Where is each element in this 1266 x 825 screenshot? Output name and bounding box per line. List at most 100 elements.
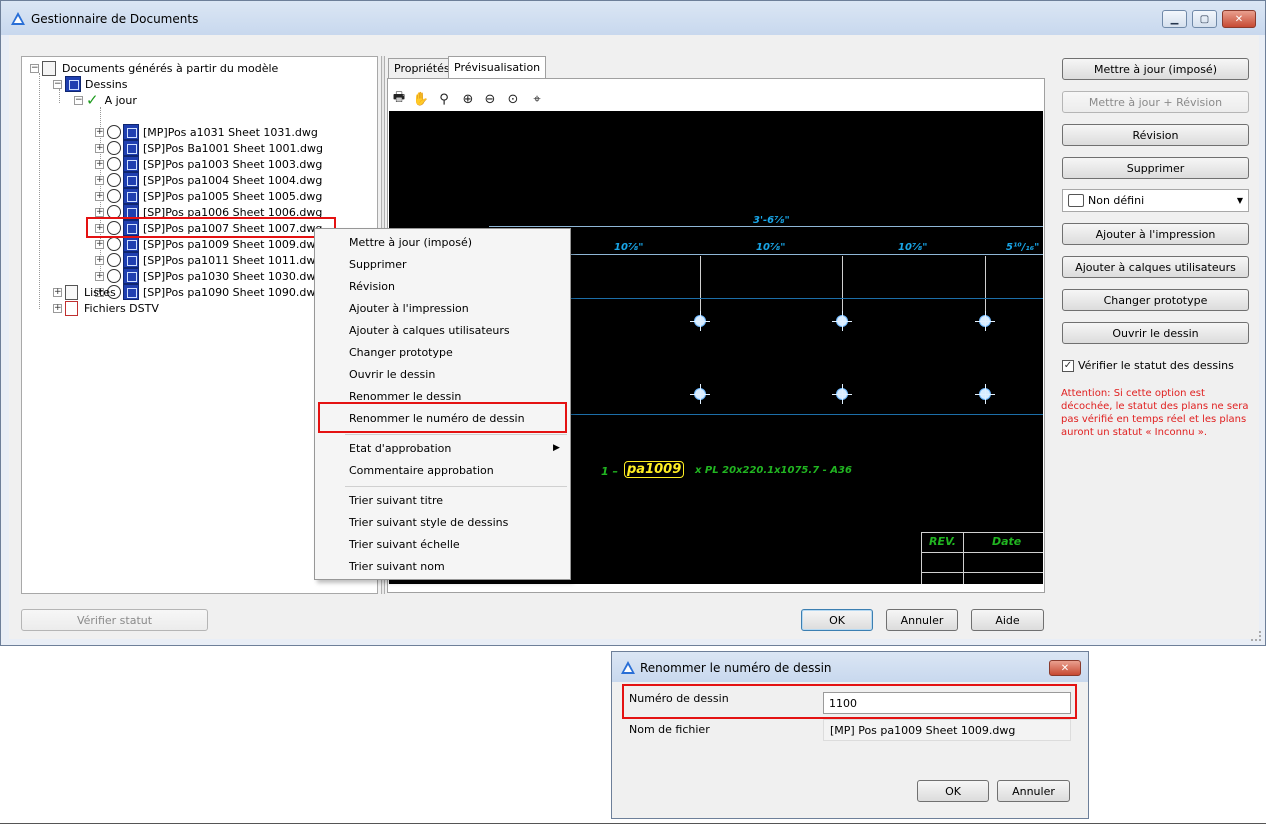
verify-status-button[interactable]: Vérifier statut: [21, 609, 208, 631]
menu-item-sort-title[interactable]: Trier suivant titre: [349, 494, 443, 507]
tree-file-item[interactable]: + [SP]Pos pa1030 Sheet 1030.dwg: [95, 268, 322, 284]
expand-icon[interactable]: +: [95, 255, 104, 265]
menu-separator: [345, 434, 567, 435]
tree-file-item[interactable]: + [SP]Pos pa1004 Sheet 1004.dwg: [95, 172, 322, 188]
tree-file-item[interactable]: + [SP]Pos Ba1001 Sheet 1001.dwg: [95, 140, 323, 156]
tab-properties[interactable]: Propriétés: [388, 58, 456, 78]
documents-icon: [42, 60, 56, 76]
menu-item-update-forced[interactable]: Mettre à jour (imposé): [349, 236, 472, 249]
zoom-window-icon[interactable]: ⊙: [504, 90, 522, 108]
drawings-icon: [65, 76, 81, 92]
zoom-realtime-icon[interactable]: ⚲: [435, 90, 453, 108]
highlight-number-field: [622, 684, 1077, 719]
tree-file-item[interactable]: + [SP]Pos pa1005 Sheet 1005.dwg: [95, 188, 322, 204]
drawing-sheet-icon: [123, 268, 139, 284]
tree-root[interactable]: − Documents générés à partir du modèle: [30, 60, 278, 76]
dialog-ok-button[interactable]: OK: [917, 780, 989, 802]
expand-icon[interactable]: +: [95, 175, 104, 185]
highlight-menu-item: [318, 402, 567, 433]
tree-item-fichiers-dstv[interactable]: + Fichiers DSTV: [53, 300, 159, 316]
part-mark: pa1009: [624, 461, 685, 478]
zoom-in-icon[interactable]: ⊕: [459, 90, 477, 108]
status-circle-icon: [107, 157, 121, 171]
zoom-extents-icon[interactable]: ⌖: [528, 90, 546, 108]
menu-item-approval-state[interactable]: Etat d'approbation: [349, 442, 451, 455]
add-user-layers-button[interactable]: Ajouter à calques utilisateurs: [1062, 256, 1249, 278]
update-revision-button[interactable]: Mettre à jour + Révision: [1062, 91, 1249, 113]
print-icon[interactable]: 🖶: [390, 90, 408, 108]
status-combo[interactable]: Non défini ▼: [1062, 189, 1249, 212]
color-swatch: [1068, 194, 1084, 207]
delete-button[interactable]: Supprimer: [1062, 157, 1249, 179]
tree-item-label: Dessins: [85, 77, 128, 91]
menu-item-change-prototype[interactable]: Changer prototype: [349, 346, 453, 359]
menu-item-add-layers[interactable]: Ajouter à calques utilisateurs: [349, 324, 510, 337]
collapse-icon[interactable]: −: [30, 63, 39, 73]
change-prototype-button[interactable]: Changer prototype: [1062, 289, 1249, 311]
ok-button[interactable]: OK: [801, 609, 873, 631]
tree-root-label: Documents générés à partir du modèle: [62, 61, 279, 75]
check-status-checkbox[interactable]: ✓: [1062, 359, 1074, 372]
rev-label: REV.: [929, 535, 956, 548]
cancel-button[interactable]: Annuler: [886, 609, 958, 631]
update-forced-button[interactable]: Mettre à jour (imposé): [1062, 58, 1249, 80]
menu-item-delete[interactable]: Supprimer: [349, 258, 407, 271]
tree-connector: [39, 73, 40, 309]
tree-item-dessins[interactable]: − Dessins: [53, 76, 127, 92]
tree-file-item[interactable]: + [SP]Pos pa1009 Sheet 1009.dwg: [95, 236, 322, 252]
pan-icon[interactable]: ✋: [412, 90, 430, 108]
menu-item-open-drawing[interactable]: Ouvrir le dessin: [349, 368, 435, 381]
file-name-label: [MP]Pos a1031 Sheet 1031.dwg: [143, 125, 318, 139]
tree-file-item[interactable]: + [SP]Pos pa1011 Sheet 1011.dwg: [95, 252, 322, 268]
dialog-close-button[interactable]: ✕: [1049, 660, 1081, 676]
title-block-line: [921, 532, 922, 584]
menu-item-sort-style[interactable]: Trier suivant style de dessins: [349, 516, 508, 529]
bolt-hole: [832, 311, 852, 331]
dialog-cancel-button[interactable]: Annuler: [997, 780, 1070, 802]
expand-icon[interactable]: +: [95, 127, 104, 137]
dimension-4: 5¹⁰/₁₆": [1006, 242, 1040, 253]
menu-item-revision[interactable]: Révision: [349, 280, 395, 293]
expand-icon[interactable]: +: [53, 303, 62, 313]
tree-file-item[interactable]: + [MP]Pos a1031 Sheet 1031.dwg: [95, 124, 318, 140]
help-button[interactable]: Aide: [971, 609, 1044, 631]
drawing-sheet-icon: [123, 236, 139, 252]
menu-item-sort-scale[interactable]: Trier suivant échelle: [349, 538, 460, 551]
menu-item-add-print[interactable]: Ajouter à l'impression: [349, 302, 469, 315]
expand-icon[interactable]: +: [95, 191, 104, 201]
expand-icon[interactable]: +: [95, 143, 104, 153]
dimension-3: 10⅞": [898, 242, 928, 253]
tree-item-a-jour[interactable]: − ✓ A jour: [74, 91, 137, 109]
tree-file-item[interactable]: + [SP]Pos pa1090 Sheet 1090.dwg: [95, 284, 322, 300]
app-logo-icon: [11, 12, 25, 25]
file-name-label: [SP]Pos pa1003 Sheet 1003.dwg: [143, 157, 323, 171]
expand-icon[interactable]: +: [53, 287, 62, 297]
menu-item-sort-name[interactable]: Trier suivant nom: [349, 560, 445, 573]
dialog-title-bar[interactable]: Renommer le numéro de dessin ✕: [612, 652, 1088, 682]
bolt-hole: [975, 311, 995, 331]
file-name-label: [SP]Pos pa1004 Sheet 1004.dwg: [143, 173, 323, 187]
minimize-button[interactable]: ▁: [1162, 10, 1187, 28]
maximize-button[interactable]: ▢: [1192, 10, 1217, 28]
add-print-button[interactable]: Ajouter à l'impression: [1062, 223, 1249, 245]
title-bar[interactable]: Gestionnaire de Documents ▁ ▢ ✕: [1, 1, 1265, 35]
tree-item-listes[interactable]: + Listes: [53, 284, 116, 300]
tab-preview[interactable]: Prévisualisation: [448, 56, 547, 78]
menu-item-approval-comment[interactable]: Commentaire approbation: [349, 464, 494, 477]
collapse-icon[interactable]: −: [74, 95, 83, 105]
resize-grip[interactable]: [1251, 631, 1261, 641]
check-status-option[interactable]: ✓ Vérifier le statut des dessins: [1062, 359, 1234, 372]
open-drawing-button[interactable]: Ouvrir le dessin: [1062, 322, 1249, 344]
tree-file-item[interactable]: + [SP]Pos pa1003 Sheet 1003.dwg: [95, 156, 322, 172]
bolt-hole: [690, 384, 710, 404]
file-name-label: [SP]Pos pa1030 Sheet 1030.dwg: [143, 269, 323, 283]
expand-icon[interactable]: +: [95, 159, 104, 169]
close-button[interactable]: ✕: [1222, 10, 1256, 28]
collapse-icon[interactable]: −: [53, 79, 62, 89]
expand-icon[interactable]: +: [95, 207, 104, 217]
expand-icon[interactable]: +: [95, 271, 104, 281]
zoom-out-icon[interactable]: ⊖: [481, 90, 499, 108]
revision-button[interactable]: Révision: [1062, 124, 1249, 146]
file-name-label: [SP]Pos pa1011 Sheet 1011.dwg: [143, 253, 323, 267]
expand-icon[interactable]: +: [95, 239, 104, 249]
